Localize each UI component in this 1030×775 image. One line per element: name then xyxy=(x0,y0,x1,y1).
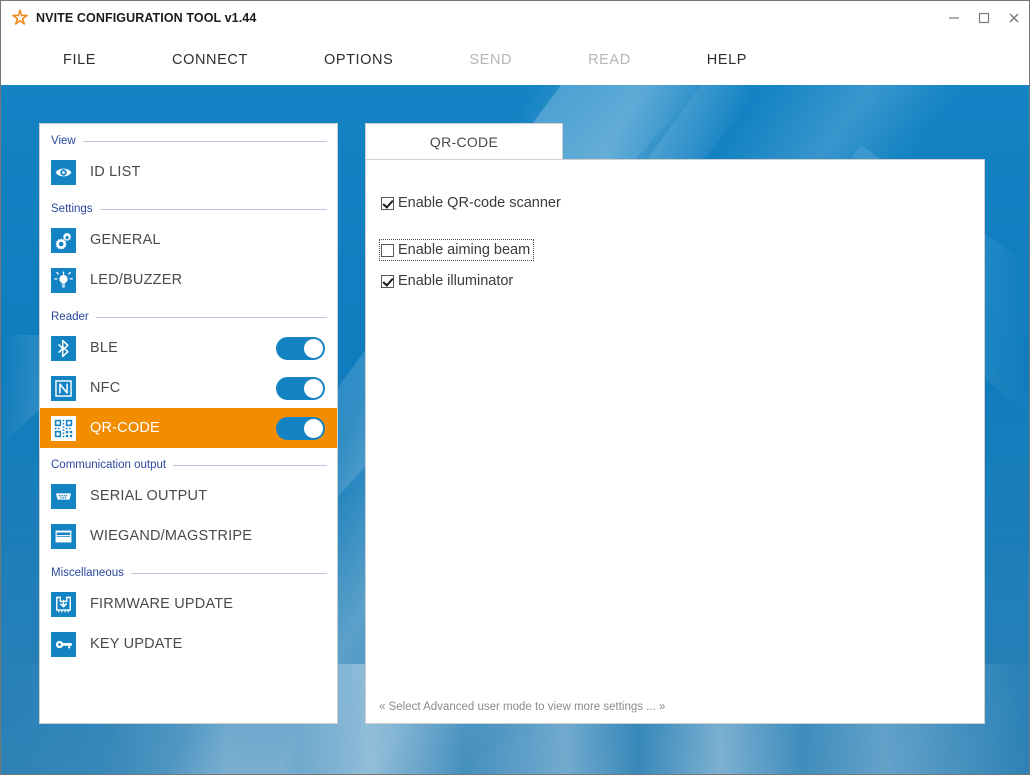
section-label: Communication output xyxy=(51,459,167,471)
application-window: NVITE CONFIGURATION TOOL v1.44 FILE CONN… xyxy=(0,0,1030,775)
sidebar-item-id-list[interactable]: ID LIST xyxy=(40,152,337,192)
sidebar-item-nfc[interactable]: NFC xyxy=(40,368,337,408)
content-background: View ID LIST Settings GENERAL LED/BUZZER… xyxy=(1,85,1029,774)
section-label: Reader xyxy=(51,311,89,323)
sidebar-item-label: BLE xyxy=(90,340,119,356)
menu-item-send: SEND xyxy=(469,52,513,68)
checkbox-list: Enable QR-code scanner Enable aiming bea… xyxy=(366,160,984,291)
section-divider xyxy=(173,464,327,466)
chip-download-icon xyxy=(51,591,76,617)
sidebar-item-label: GENERAL xyxy=(90,232,161,248)
checkbox-row-enable-aiming-beam[interactable]: Enable aiming beam xyxy=(378,239,984,261)
section-label: Settings xyxy=(51,203,93,215)
orange-star-icon xyxy=(10,8,30,28)
checkbox-row-enable-qr-code-scanner[interactable]: Enable QR-code scanner xyxy=(381,193,984,213)
menu-item-connect[interactable]: CONNECT xyxy=(172,52,248,68)
sidebar-item-firmware-update[interactable]: FIRMWARE UPDATE xyxy=(40,584,337,624)
toggle-knob xyxy=(304,338,323,358)
sidebar-item-wiegand-magstripe[interactable]: WIEGAND/MAGSTRIPE xyxy=(40,516,337,556)
window-title: NVITE CONFIGURATION TOOL v1.44 xyxy=(36,11,257,25)
checkbox-label: Enable QR-code scanner xyxy=(398,195,561,211)
sidebar-item-label: KEY UPDATE xyxy=(90,636,183,652)
sidebar-section-reader: Reader xyxy=(40,306,337,328)
qr-code-toggle[interactable] xyxy=(276,416,325,440)
toggle-knob xyxy=(304,418,323,438)
menu-item-help[interactable]: HELP xyxy=(707,52,747,68)
lightbulb-icon xyxy=(51,267,76,293)
bluetooth-icon xyxy=(51,335,76,361)
sidebar-item-serial-output[interactable]: SERIAL OUTPUT xyxy=(40,476,337,516)
ble-toggle[interactable] xyxy=(276,336,325,360)
menu-item-options[interactable]: OPTIONS xyxy=(324,52,393,68)
sidebar-item-key-update[interactable]: KEY UPDATE xyxy=(40,624,337,664)
sidebar-item-label: NFC xyxy=(90,380,121,396)
key-icon xyxy=(51,631,76,657)
sidebar-item-label: ID LIST xyxy=(90,164,141,180)
section-divider xyxy=(99,208,327,210)
sidebar-item-label: QR-CODE xyxy=(90,420,160,436)
section-divider xyxy=(130,572,327,574)
sidebar-item-label: WIEGAND/MAGSTRIPE xyxy=(90,528,253,544)
sidebar-item-label: SERIAL OUTPUT xyxy=(90,488,208,504)
sidebar-item-general[interactable]: GENERAL xyxy=(40,220,337,260)
sidebar-item-label: LED/BUZZER xyxy=(90,272,183,288)
sidebar-item-ble[interactable]: BLE xyxy=(40,328,337,368)
tab-strip: QR-CODE xyxy=(365,123,563,159)
checkbox-row-enable-illuminator[interactable]: Enable illuminator xyxy=(381,271,984,291)
section-label: Miscellaneous xyxy=(51,567,124,579)
title-bar: NVITE CONFIGURATION TOOL v1.44 xyxy=(1,1,1029,35)
magstripe-card-icon xyxy=(51,523,76,549)
toggle-knob xyxy=(304,378,323,398)
serial-port-icon xyxy=(51,483,76,509)
qrcode-icon xyxy=(51,415,76,441)
sidebar-section-miscellaneous: Miscellaneous xyxy=(40,562,337,584)
advanced-mode-note: « Select Advanced user mode to view more… xyxy=(379,701,666,713)
checkbox-label: Enable aiming beam xyxy=(398,242,531,258)
close-button[interactable] xyxy=(999,1,1029,35)
enable-qr-code-scanner-checkbox[interactable] xyxy=(381,196,394,210)
eye-icon xyxy=(51,159,76,185)
minimize-button[interactable] xyxy=(939,1,969,35)
menu-item-file[interactable]: FILE xyxy=(63,52,96,68)
checkbox-label: Enable illuminator xyxy=(398,273,514,289)
section-divider xyxy=(95,316,327,318)
enable-aiming-beam-checkbox[interactable] xyxy=(381,243,394,257)
menu-bar: FILE CONNECT OPTIONS SEND READ HELP xyxy=(1,35,1029,85)
sidebar-panel: View ID LIST Settings GENERAL LED/BUZZER… xyxy=(39,123,338,724)
checkbox-focus-wrapper: Enable illuminator xyxy=(380,271,516,291)
nfc-toggle[interactable] xyxy=(276,376,325,400)
tab-qr-code[interactable]: QR-CODE xyxy=(365,123,563,159)
checkbox-focus-wrapper: Enable QR-code scanner xyxy=(380,193,564,213)
maximize-button[interactable] xyxy=(969,1,999,35)
menu-item-read: READ xyxy=(588,52,631,68)
section-divider xyxy=(82,140,327,142)
section-label: View xyxy=(51,135,76,147)
main-settings-panel: Enable QR-code scanner Enable aiming bea… xyxy=(365,159,985,724)
window-controls xyxy=(939,1,1029,35)
sidebar-section-settings: Settings xyxy=(40,198,337,220)
checkbox-focus-wrapper: Enable aiming beam xyxy=(378,239,535,261)
enable-illuminator-checkbox[interactable] xyxy=(381,274,394,288)
sidebar-section-communication-output: Communication output xyxy=(40,454,337,476)
sidebar-item-label: FIRMWARE UPDATE xyxy=(90,596,234,612)
tab-label: QR-CODE xyxy=(429,133,499,150)
sidebar-section-view: View xyxy=(40,130,337,152)
gears-icon xyxy=(51,227,76,253)
sidebar-item-led-buzzer[interactable]: LED/BUZZER xyxy=(40,260,337,300)
sidebar-item-qr-code[interactable]: QR-CODE xyxy=(40,408,337,448)
nfc-icon xyxy=(51,375,76,401)
